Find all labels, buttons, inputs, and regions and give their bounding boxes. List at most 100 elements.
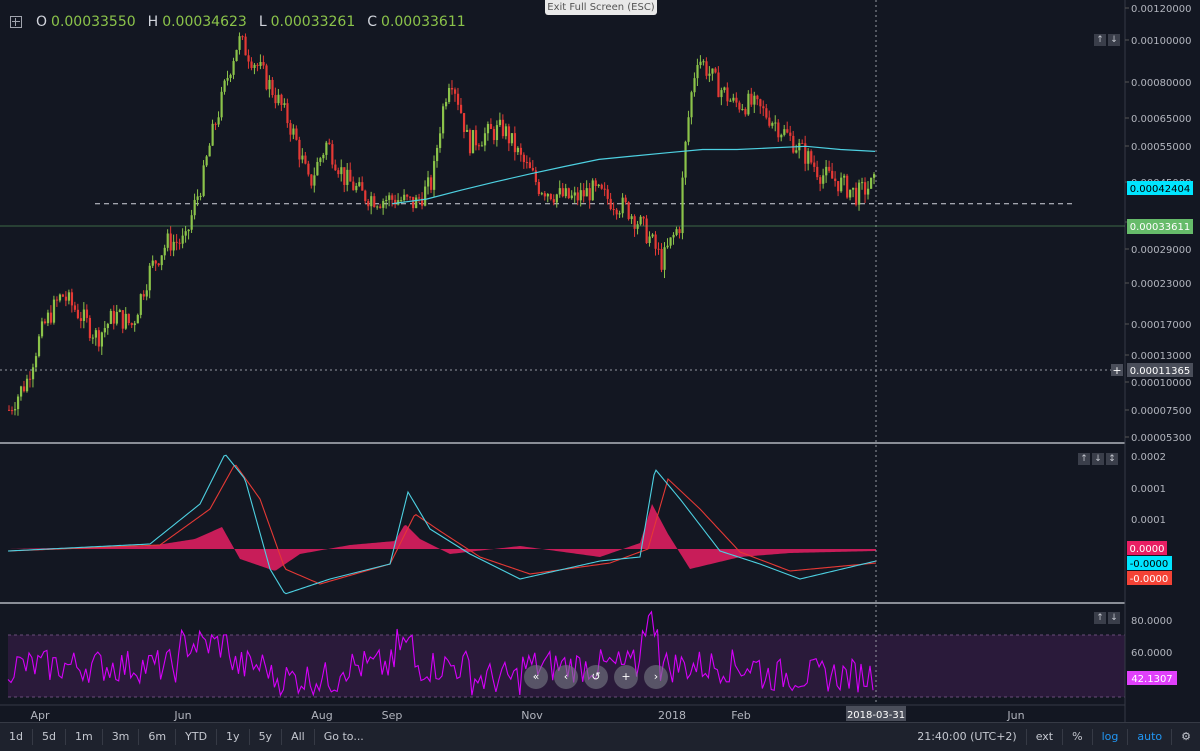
- macd-hist-badge: 0.0000: [1130, 544, 1165, 555]
- candle-body: [250, 61, 253, 68]
- candle-body: [696, 65, 699, 79]
- move-up-icon[interactable]: ↑: [1094, 34, 1106, 46]
- candle-body: [142, 294, 145, 297]
- candle-body: [528, 162, 531, 169]
- candle-body: [867, 188, 870, 195]
- candle-body: [34, 356, 38, 368]
- candle-body: [322, 154, 325, 159]
- candle-body: [504, 126, 508, 137]
- low-value: 0.00033261: [270, 14, 356, 30]
- candle-body: [492, 128, 496, 141]
- move-down-icon[interactable]: ↓: [1108, 34, 1120, 46]
- candle-body: [433, 161, 436, 190]
- candle-body: [331, 144, 334, 165]
- candle-body: [226, 77, 229, 81]
- candle-body: [636, 224, 639, 229]
- candle-body: [379, 206, 382, 208]
- timeframe-5y[interactable]: 5y: [250, 729, 283, 745]
- candle-body: [427, 177, 430, 187]
- exit-fullscreen-button[interactable]: Exit Full Screen (ESC): [545, 0, 657, 15]
- price-tick-label: 0.00055000: [1131, 142, 1191, 153]
- candle-body: [525, 162, 529, 164]
- timeframe-1y[interactable]: 1y: [217, 729, 250, 745]
- rewind-icon[interactable]: «: [524, 665, 548, 689]
- candle-body: [777, 122, 780, 138]
- candle-body: [115, 311, 118, 324]
- candle-body: [597, 184, 600, 187]
- candle-body: [738, 102, 741, 110]
- candle-body: [202, 165, 205, 196]
- candle-body: [286, 103, 289, 124]
- candle-body: [355, 185, 358, 191]
- gear-icon[interactable]: ⚙: [1171, 729, 1200, 745]
- auto-toggle[interactable]: auto: [1127, 729, 1171, 745]
- timeframe-5d[interactable]: 5d: [33, 729, 66, 745]
- timeframe-6m[interactable]: 6m: [139, 729, 177, 745]
- high-label: H: [147, 14, 159, 30]
- timeframe-ytd[interactable]: YTD: [176, 729, 218, 745]
- ohlc-legend: O 0.00033550 H 0.00034623 L 0.00033261 C…: [10, 14, 466, 30]
- candle-body: [855, 187, 858, 205]
- candle-body: [403, 194, 406, 201]
- chart-canvas[interactable]: 0.00120000 0.00100000 0.00080000 0.00065000…: [0, 0, 1200, 750]
- candle-body: [232, 61, 235, 75]
- candle-body: [705, 61, 708, 76]
- candle-body: [100, 332, 103, 347]
- open-value: 0.00033550: [51, 14, 136, 30]
- candle-body: [8, 409, 11, 411]
- timeframe-1m[interactable]: 1m: [66, 729, 103, 745]
- candle-body: [843, 175, 846, 178]
- candle-body: [471, 130, 475, 154]
- candle-body: [591, 180, 594, 201]
- candle-body: [28, 378, 32, 380]
- goto-button[interactable]: Go to...: [315, 729, 373, 745]
- forward-icon[interactable]: ›: [644, 665, 668, 689]
- timeframe-1d[interactable]: 1d: [0, 729, 33, 745]
- candle-body: [681, 177, 684, 234]
- time-tick-label: Apr: [30, 709, 50, 722]
- candle-body: [624, 197, 627, 203]
- candle-body: [268, 79, 271, 90]
- move-down-icon[interactable]: ↓: [1092, 453, 1104, 465]
- candle-body: [370, 196, 373, 207]
- candle-body: [750, 93, 753, 105]
- candle-body: [133, 323, 136, 326]
- price-tick-label: 0.00007500: [1131, 406, 1191, 417]
- log-toggle[interactable]: log: [1091, 729, 1128, 745]
- candle-body: [444, 101, 448, 107]
- candle-body: [316, 161, 319, 176]
- candle-body: [615, 209, 618, 215]
- candle-body: [831, 170, 834, 179]
- maximize-icon[interactable]: ↕: [1106, 453, 1118, 465]
- candle-body: [555, 194, 558, 203]
- reset-icon[interactable]: ↺: [584, 665, 608, 689]
- percent-toggle[interactable]: %: [1062, 729, 1091, 745]
- candle-body: [415, 197, 418, 209]
- plus-icon[interactable]: +: [614, 665, 638, 689]
- time-tick-label: Jun: [173, 709, 191, 722]
- candle-body: [459, 104, 463, 114]
- macd-tick-label: 0.0002: [1131, 452, 1166, 463]
- candle-body: [301, 155, 304, 160]
- candle-body: [40, 321, 44, 337]
- crosshair-icon[interactable]: [10, 16, 22, 28]
- timeframe-all[interactable]: All: [282, 729, 315, 745]
- candle-body: [684, 141, 687, 178]
- candle-body: [540, 193, 543, 195]
- candle-body: [208, 145, 211, 157]
- candle-body: [244, 36, 247, 56]
- candle-body: [319, 158, 322, 162]
- move-up-icon[interactable]: ↑: [1078, 453, 1090, 465]
- candle-body: [199, 195, 202, 197]
- timeframe-3m[interactable]: 3m: [103, 729, 140, 745]
- candle-body: [516, 147, 520, 153]
- move-down-icon[interactable]: ↓: [1108, 612, 1120, 624]
- ext-toggle[interactable]: ext: [1025, 729, 1062, 745]
- candle-body: [735, 97, 738, 103]
- candle-body: [693, 78, 696, 93]
- candle-body: [190, 215, 193, 230]
- step-back-icon[interactable]: ‹: [554, 665, 578, 689]
- price-tick-label: 0.00065000: [1131, 114, 1191, 125]
- move-up-icon[interactable]: ↑: [1094, 612, 1106, 624]
- macd-tick-label: 0.0001: [1131, 515, 1166, 526]
